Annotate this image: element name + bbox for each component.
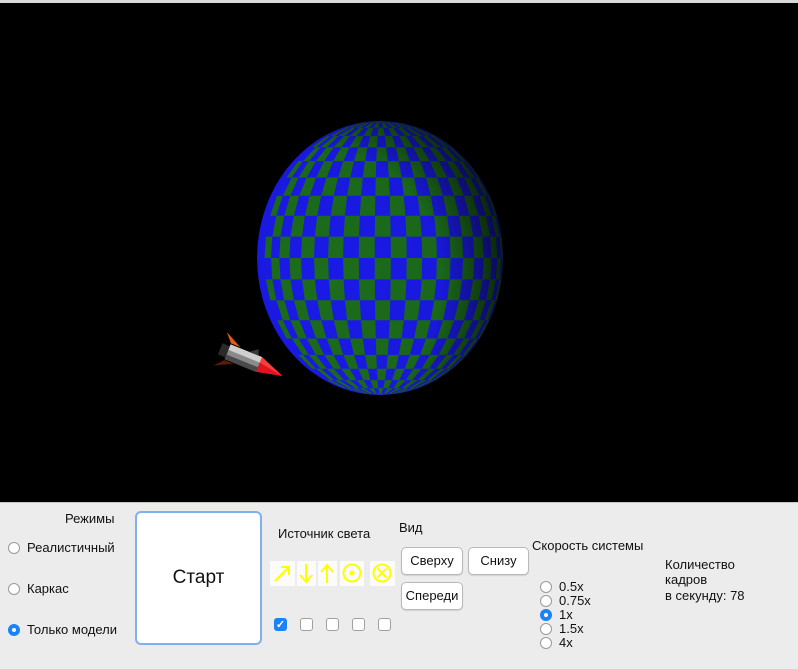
arrow-down-icon: [297, 561, 316, 586]
arrow-up-icon: [318, 561, 337, 586]
speed-label-2: 1x: [559, 607, 573, 622]
mode-label-1: Каркас: [27, 581, 69, 596]
speed-title: Скорость системы: [532, 538, 644, 553]
speed-radio-0[interactable]: [540, 581, 552, 593]
light-checkbox-4[interactable]: [378, 618, 391, 631]
start-button[interactable]: Старт: [135, 511, 262, 645]
mode-label-0: Реалистичный: [27, 540, 115, 555]
view-top-button[interactable]: Сверху: [401, 547, 463, 575]
speed-label-1: 0.75x: [559, 593, 591, 608]
start-button-label: Старт: [172, 567, 225, 588]
light-checkbox-2[interactable]: [326, 618, 339, 631]
light-source-title: Источник света: [278, 526, 371, 541]
arrow-up-right-icon: [270, 561, 295, 586]
speed-label-0: 0.5x: [559, 579, 584, 594]
scene-canvas[interactable]: [0, 3, 798, 502]
modes-title: Режимы: [65, 511, 115, 526]
fps-line1: Количество: [665, 557, 735, 572]
view-front-button[interactable]: Спереди: [401, 582, 463, 610]
speed-radio-2[interactable]: [540, 609, 552, 621]
speed-radio-4[interactable]: [540, 637, 552, 649]
mode-radio-0[interactable]: [8, 542, 20, 554]
rocket-model: [213, 332, 283, 377]
light-checkbox-0[interactable]: ✓: [274, 618, 287, 631]
mode-radio-1[interactable]: [8, 583, 20, 595]
dot-circle-icon: [340, 561, 364, 586]
cross-circle-icon: [370, 561, 395, 586]
scene-viewport[interactable]: [0, 3, 798, 502]
control-panel: Режимы Реалистичный Каркас Только модели С…: [0, 502, 798, 669]
speed-label-4: 4x: [559, 635, 573, 650]
mode-label-2: Только модели: [27, 622, 118, 637]
speed-radio-1[interactable]: [540, 595, 552, 607]
fps-line2: кадров: [665, 572, 708, 587]
light-checkbox-1[interactable]: [300, 618, 313, 631]
speed-radio-3[interactable]: [540, 623, 552, 635]
view-title: Вид: [399, 520, 423, 535]
mode-radio-2[interactable]: [8, 624, 20, 636]
light-checkbox-3[interactable]: [352, 618, 365, 631]
speed-label-3: 1.5x: [559, 621, 584, 636]
fps-counter: в секунду: 78: [665, 588, 745, 603]
view-bottom-button[interactable]: Снизу: [468, 547, 529, 575]
checkered-sphere: [257, 121, 503, 395]
